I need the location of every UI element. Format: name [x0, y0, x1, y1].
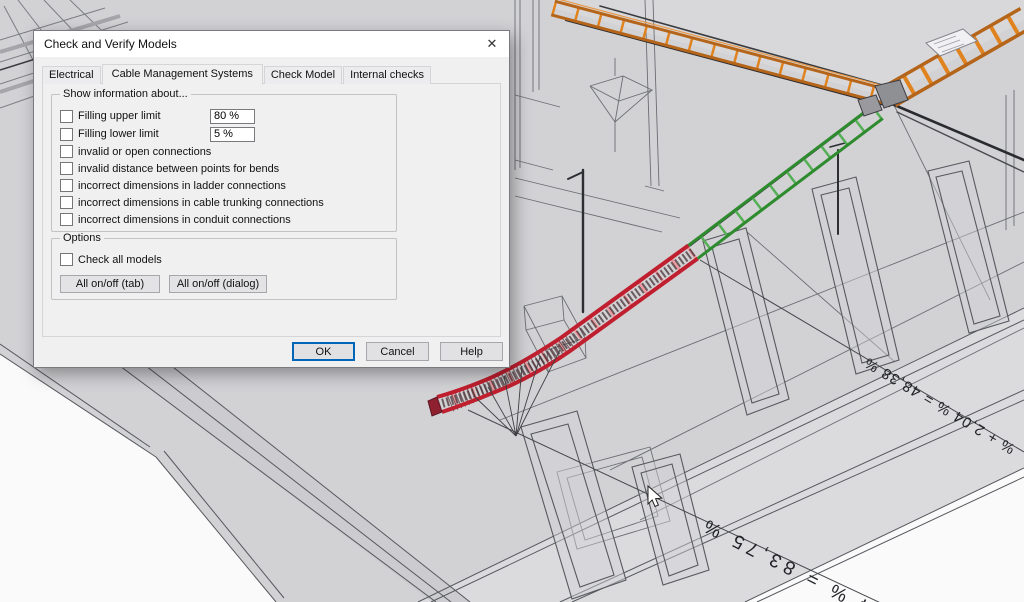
app-window: % + 2,04 % = 48,38 % 04 % = 83,75 % Chec…: [0, 0, 1024, 602]
group-title: Show information about...: [60, 88, 191, 100]
options-buttons: All on/off (tab) All on/off (dialog): [60, 275, 396, 293]
invalid-distance-checkbox[interactable]: [60, 162, 73, 175]
invalid-open-connections-checkbox[interactable]: [60, 145, 73, 158]
tab-strip: Electrical Cable Management Systems Chec…: [42, 64, 509, 84]
cable-trunking-row: incorrect dimensions in cable trunking c…: [60, 194, 396, 211]
group-title: Options: [60, 232, 104, 244]
row-label: Check all models: [78, 254, 162, 266]
dialog-buttons: OK Cancel Help: [292, 342, 503, 361]
all-on-off-dialog-button[interactable]: All on/off (dialog): [169, 275, 267, 293]
row-label: incorrect dimensions in conduit connecti…: [78, 214, 291, 226]
filling-upper-checkbox[interactable]: [60, 110, 73, 123]
ladder-connections-checkbox[interactable]: [60, 179, 73, 192]
filling-lower-checkbox[interactable]: [60, 128, 73, 141]
check-all-models-checkbox[interactable]: [60, 253, 73, 266]
check-and-verify-dialog: Check and Verify Models ✕ Electrical Cab…: [33, 30, 510, 368]
row-label: incorrect dimensions in cable trunking c…: [78, 197, 324, 209]
row-label: invalid or open connections: [78, 146, 211, 158]
cancel-button[interactable]: Cancel: [366, 342, 429, 361]
tab-page: Show information about... Filling upper …: [42, 83, 501, 337]
tab-internal-checks[interactable]: Internal checks: [343, 66, 431, 84]
filling-upper-input[interactable]: [210, 109, 255, 124]
ladder-connections-row: incorrect dimensions in ladder connectio…: [60, 177, 396, 194]
invalid-open-connections-row: invalid or open connections: [60, 143, 396, 160]
close-icon[interactable]: ✕: [477, 32, 507, 56]
dialog-titlebar[interactable]: Check and Verify Models ✕: [34, 31, 509, 57]
tab-cable-management-systems[interactable]: Cable Management Systems: [102, 64, 263, 85]
dialog-title: Check and Verify Models: [44, 37, 477, 51]
row-label: invalid distance between points for bend…: [78, 163, 279, 175]
cable-trunking-checkbox[interactable]: [60, 196, 73, 209]
filling-upper-label: Filling upper limit: [78, 110, 200, 122]
filling-lower-row: Filling lower limit: [60, 125, 396, 143]
tab-check-model[interactable]: Check Model: [264, 66, 342, 84]
conduit-connections-checkbox[interactable]: [60, 213, 73, 226]
filling-upper-row: Filling upper limit: [60, 107, 396, 125]
row-label: incorrect dimensions in ladder connectio…: [78, 180, 286, 192]
filling-lower-label: Filling lower limit: [78, 128, 200, 140]
invalid-distance-row: invalid distance between points for bend…: [60, 160, 396, 177]
tab-electrical[interactable]: Electrical: [42, 66, 101, 84]
show-information-group: Show information about... Filling upper …: [51, 94, 397, 232]
check-all-models-row: Check all models: [60, 251, 396, 268]
conduit-connections-row: incorrect dimensions in conduit connecti…: [60, 211, 396, 228]
filling-lower-input[interactable]: [210, 127, 255, 142]
help-button[interactable]: Help: [440, 342, 503, 361]
all-on-off-tab-button[interactable]: All on/off (tab): [60, 275, 160, 293]
options-group: Options Check all models All on/off (tab…: [51, 238, 397, 300]
ok-button[interactable]: OK: [292, 342, 355, 361]
